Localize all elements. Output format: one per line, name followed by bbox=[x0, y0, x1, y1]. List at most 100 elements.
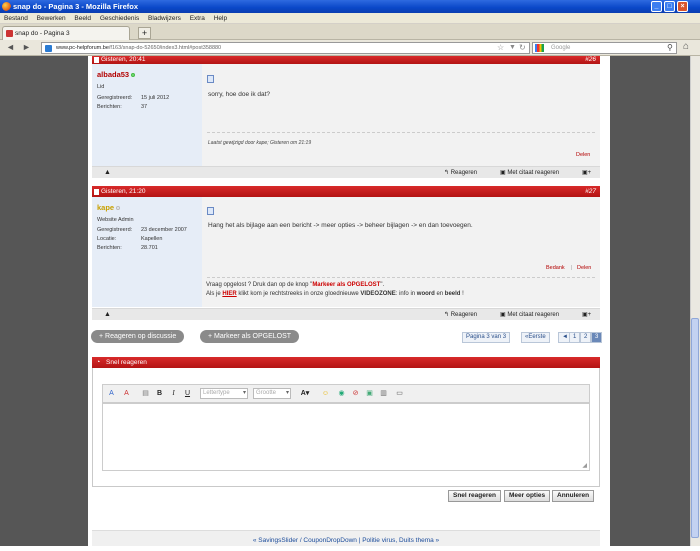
close-window-button[interactable]: × bbox=[677, 1, 688, 12]
mark-solved-button[interactable]: + Markeer als OPGELOST bbox=[200, 330, 300, 343]
reply-button[interactable]: ↰ Reageren bbox=[444, 169, 477, 176]
post-time: Gisteren, 20:41 bbox=[101, 56, 146, 63]
maximize-button[interactable]: □ bbox=[664, 1, 675, 12]
link-icon[interactable]: ◉ bbox=[337, 389, 346, 398]
user-info: kape Website Admin Geregistreerd: 23 dec… bbox=[92, 197, 202, 307]
window-title-bar: snap do - Pagina 3 - Mozilla Firefox _ □… bbox=[0, 0, 700, 13]
thanks-link[interactable]: Bedank bbox=[546, 265, 565, 271]
offline-status-icon bbox=[116, 206, 121, 211]
search-placeholder: Google bbox=[551, 45, 571, 51]
post-footer: ▲ ↰ Reageren ▣ Met citaat reageren ▣+ bbox=[92, 308, 600, 320]
first-page-link[interactable]: «Eerste bbox=[521, 332, 550, 343]
address-bar[interactable]: www.pc-helpforum.be/f163/snap-do-52650/i… bbox=[41, 42, 530, 54]
editor-toolbar: A A ▤ B I U Lettertype ▾ Grootte ▾ A▾ ☺ ◉ … bbox=[102, 384, 590, 403]
post-text: sorry, hoe doe ik dat? bbox=[208, 91, 271, 98]
image-icon[interactable]: ▣ bbox=[365, 389, 374, 398]
location-value: Kapellen bbox=[141, 236, 163, 242]
dropdown-icon[interactable]: ▼ bbox=[509, 43, 516, 53]
unlink-icon[interactable]: ⊘ bbox=[351, 389, 360, 398]
report-icon[interactable]: ▲ bbox=[104, 311, 111, 318]
tab-title: snap do - Pagina 3 bbox=[15, 30, 70, 37]
font-select[interactable]: Lettertype ▾ bbox=[200, 388, 248, 399]
menu-bewerken[interactable]: Bewerken bbox=[37, 15, 66, 22]
italic-icon[interactable]: I bbox=[169, 389, 178, 398]
quote-reply-button[interactable]: ▣ Met citaat reageren bbox=[500, 169, 559, 176]
pagination-label[interactable]: Pagina 3 van 3 bbox=[462, 332, 511, 343]
post-number[interactable]: #26 bbox=[585, 56, 596, 64]
quick-reply-header: ◔ Snel reageren bbox=[92, 357, 600, 368]
quote-reply-button[interactable]: ▣ Met citaat reageren bbox=[500, 311, 559, 318]
location-label: Locatie: bbox=[97, 236, 117, 242]
remove-format-icon[interactable]: A bbox=[107, 389, 116, 398]
delete-link[interactable]: Delen bbox=[577, 265, 591, 271]
collapse-icon[interactable]: ◔ bbox=[96, 357, 100, 368]
smiley-icon[interactable]: ☺ bbox=[321, 389, 330, 398]
menu-help[interactable]: Help bbox=[214, 15, 227, 22]
video-icon[interactable]: ▥ bbox=[379, 389, 388, 398]
page-link-2[interactable]: 2 bbox=[580, 332, 592, 343]
more-options-button[interactable]: Meer opties bbox=[504, 490, 551, 502]
text-color-icon[interactable]: A▾ bbox=[298, 389, 312, 398]
username-link[interactable]: albada53 bbox=[97, 70, 129, 79]
forward-icon[interactable]: ► bbox=[22, 42, 31, 52]
new-tab-button[interactable]: + bbox=[138, 27, 151, 39]
thread-navigation-links[interactable]: « SavingsSlider / CouponDropDown | Polit… bbox=[253, 537, 439, 544]
menu-extra[interactable]: Extra bbox=[190, 15, 205, 22]
delete-link[interactable]: Delen bbox=[576, 152, 590, 158]
url-domain: www.pc-helpforum.be bbox=[56, 45, 109, 51]
menu-bestand[interactable]: Bestand bbox=[4, 15, 28, 22]
back-icon[interactable]: ◄ bbox=[6, 42, 15, 52]
quote-icon[interactable]: ▭ bbox=[395, 389, 404, 398]
switch-mode-icon[interactable]: A bbox=[122, 389, 131, 398]
post-doc-icon bbox=[94, 189, 99, 195]
search-input[interactable]: Google ⚲ bbox=[532, 42, 677, 54]
page-link-1[interactable]: 1 bbox=[569, 332, 581, 343]
here-link[interactable]: HIER bbox=[222, 291, 236, 297]
posts-value: 28.701 bbox=[141, 245, 158, 251]
size-dropdown-icon: ▾ bbox=[285, 390, 289, 396]
url-path: /f163/snap-do-52650/index3.html#post3588… bbox=[108, 45, 222, 51]
menu-bladwijzers[interactable]: Bladwijzers bbox=[148, 15, 181, 22]
registered-label: Geregistreerd: bbox=[97, 227, 133, 233]
browser-tab[interactable]: snap do - Pagina 3 bbox=[2, 26, 130, 40]
posts-label: Berichten: bbox=[97, 245, 122, 251]
post-number[interactable]: #27 bbox=[585, 186, 596, 197]
paste-icon[interactable]: ▤ bbox=[141, 389, 150, 398]
bold-icon[interactable]: B bbox=[155, 389, 164, 398]
size-select[interactable]: Grootte ▾ bbox=[253, 388, 291, 399]
signature-line-1: Vraag opgelost ? Druk dan op de knop "Ma… bbox=[206, 282, 385, 288]
reply-thread-button[interactable]: + Reageren op discussie bbox=[91, 330, 185, 343]
font-dropdown-icon: ▾ bbox=[242, 390, 246, 396]
solved-link[interactable]: Markeer als OPGELOST bbox=[312, 282, 380, 288]
menu-geschiedenis[interactable]: Geschiedenis bbox=[100, 15, 139, 22]
reply-button[interactable]: ↰ Reageren bbox=[444, 311, 477, 318]
multiquote-icon[interactable]: ▣+ bbox=[582, 311, 591, 318]
message-textarea[interactable]: ◢ bbox=[102, 403, 590, 471]
search-icon[interactable]: ⚲ bbox=[667, 43, 673, 53]
home-icon[interactable]: ⌂ bbox=[683, 41, 689, 52]
post-header: Gisteren, 20:41 #26 bbox=[92, 56, 600, 64]
underline-icon[interactable]: U bbox=[183, 389, 192, 398]
registered-value: 15 juli 2012 bbox=[141, 95, 170, 101]
forum-content: Gisteren, 20:41 #26 albada53 Lid Geregis… bbox=[88, 56, 610, 546]
user-info: albada53 Lid Geregistreerd: 15 juli 2012… bbox=[92, 64, 202, 166]
minimize-button[interactable]: _ bbox=[651, 1, 662, 12]
post-header: Gisteren, 21:20 #27 bbox=[92, 186, 600, 197]
google-icon bbox=[535, 44, 544, 52]
username-link[interactable]: kape bbox=[97, 203, 114, 212]
quick-reply-submit-button[interactable]: Snel reageren bbox=[448, 490, 501, 502]
multiquote-icon[interactable]: ▣+ bbox=[582, 169, 591, 176]
window-title: snap do - Pagina 3 - Mozilla Firefox bbox=[13, 2, 139, 11]
page-link-current: 3 bbox=[591, 332, 603, 343]
posts-label: Berichten: bbox=[97, 104, 122, 110]
bookmark-star-icon[interactable]: ☆ bbox=[497, 43, 504, 53]
cancel-button[interactable]: Annuleren bbox=[552, 490, 595, 502]
signature-line-2: Als je HIER klikt kom je rechtstreeks in… bbox=[206, 291, 464, 297]
menu-beeld[interactable]: Beeld bbox=[74, 15, 91, 22]
resize-handle-icon[interactable]: ◢ bbox=[582, 462, 587, 469]
post-footer: ▲ ↰ Reageren ▣ Met citaat reageren ▣+ bbox=[92, 166, 600, 178]
report-icon[interactable]: ▲ bbox=[104, 169, 111, 176]
menu-bar: Bestand Bewerken Beeld Geschiedenis Blad… bbox=[0, 13, 700, 24]
reload-icon[interactable]: ↻ bbox=[519, 43, 526, 53]
scrollbar-thumb[interactable] bbox=[691, 318, 699, 538]
